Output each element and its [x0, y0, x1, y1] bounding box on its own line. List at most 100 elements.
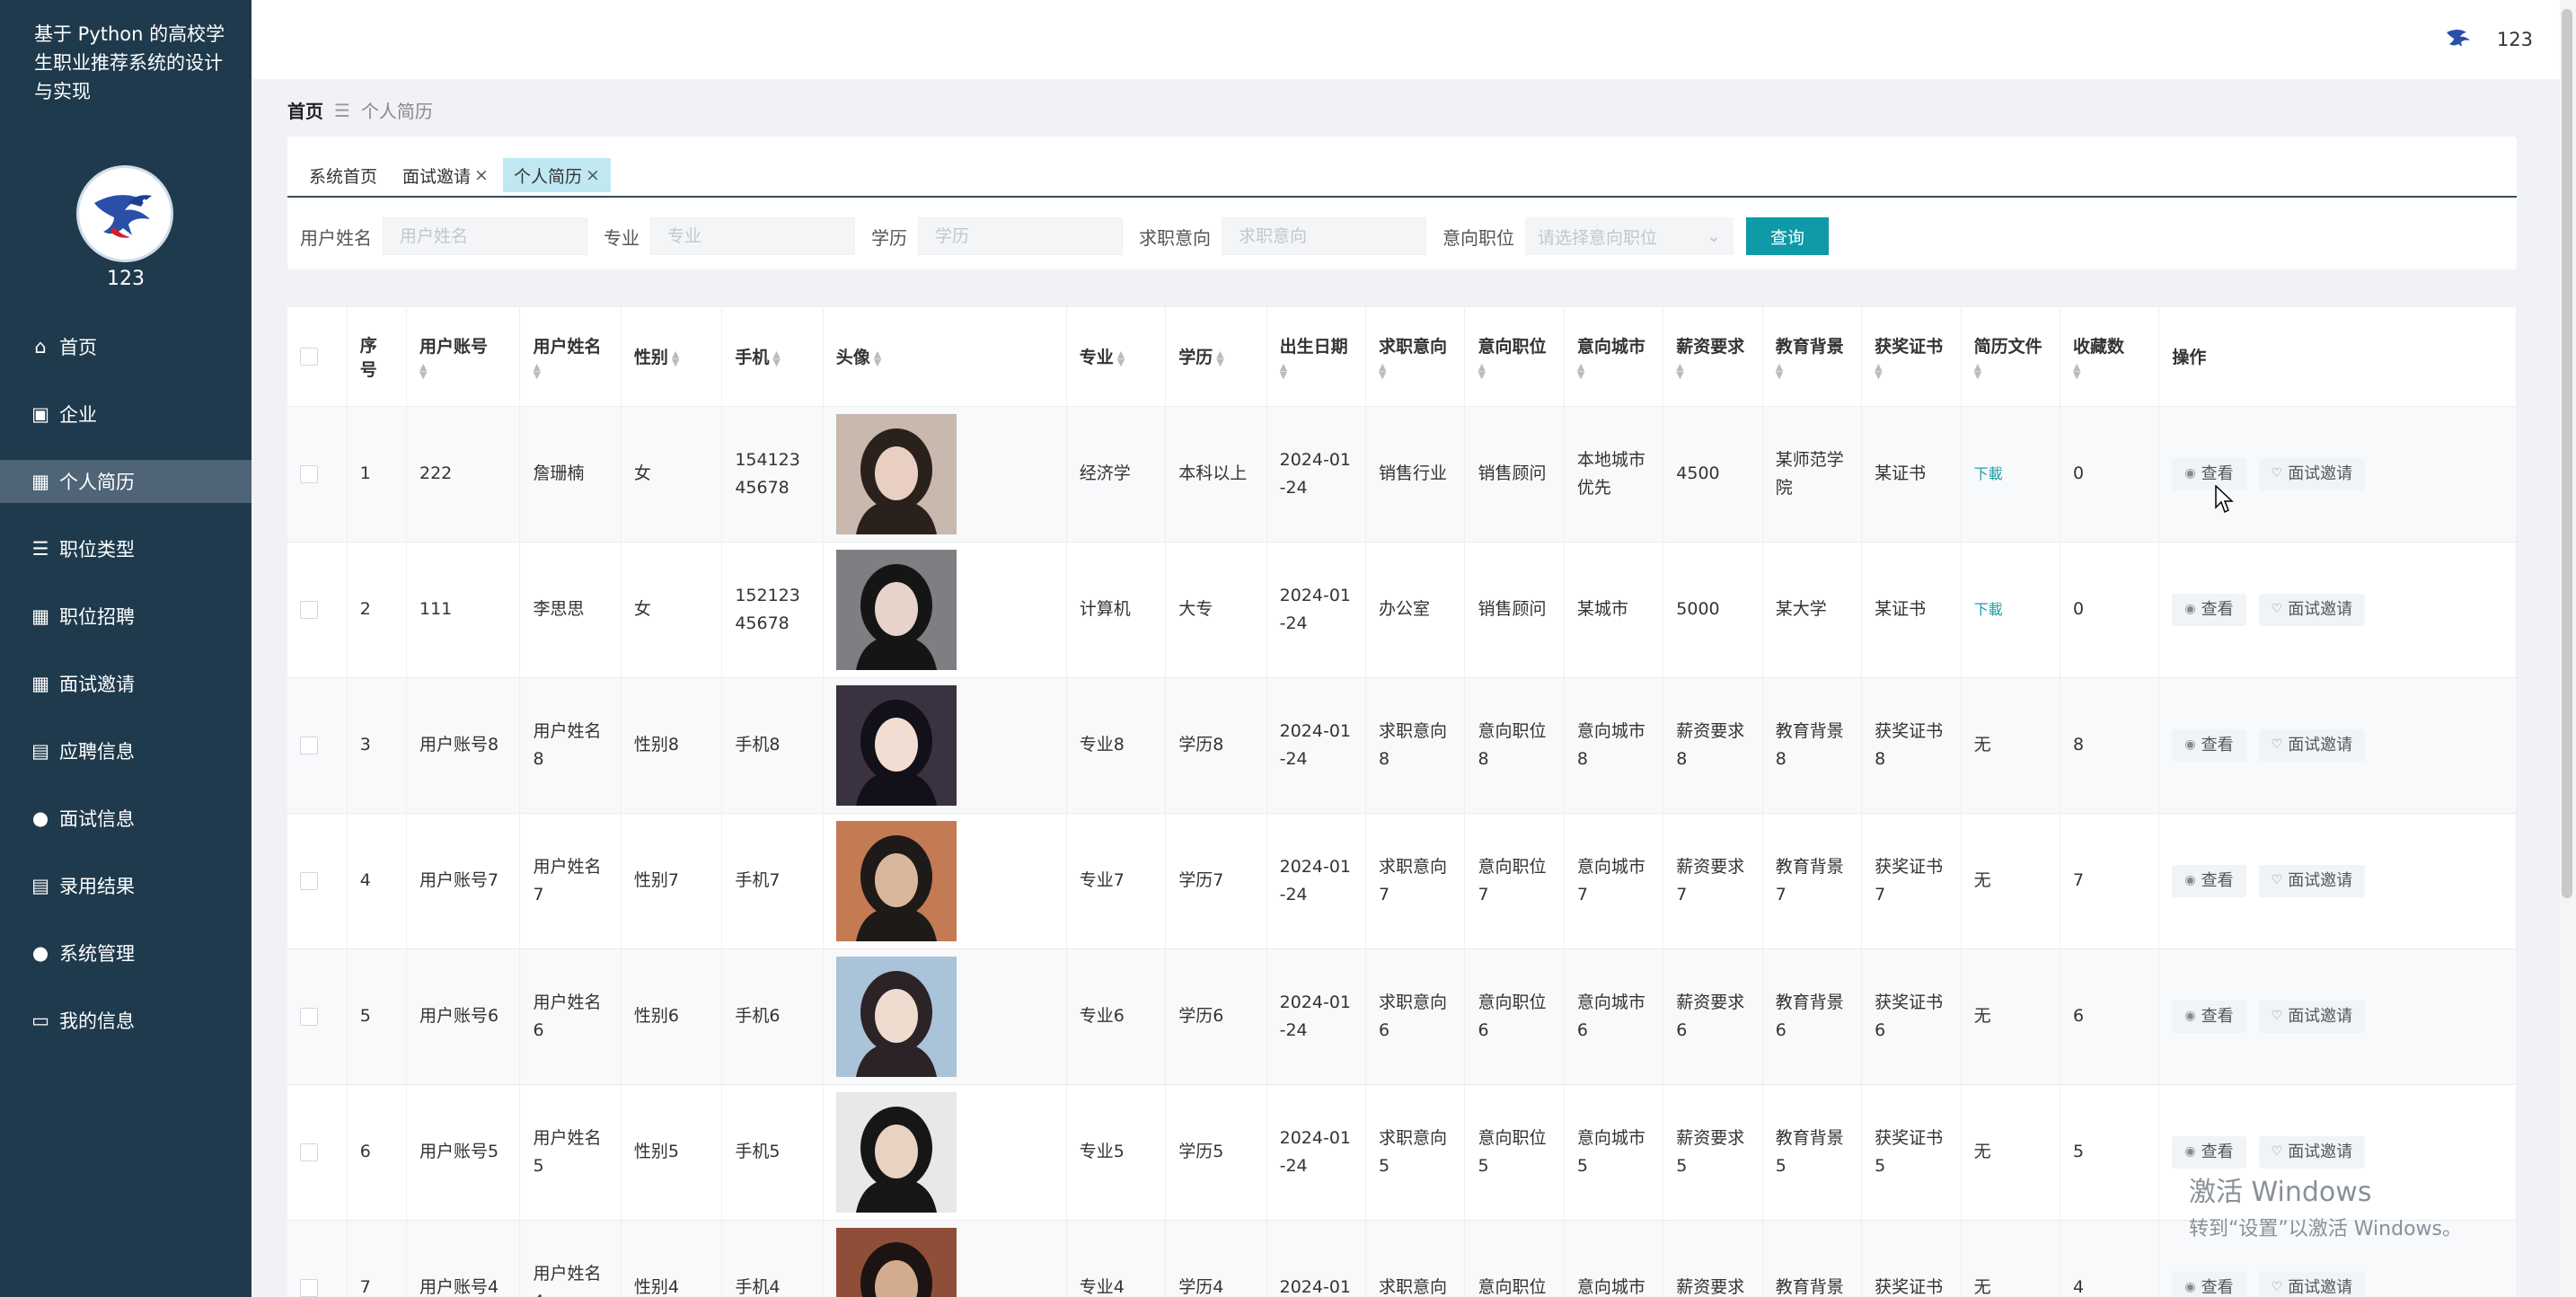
username-search-input[interactable] — [383, 217, 587, 255]
table-row: 2 111 李思思 女 15212345678 计算机 大专 2024-01-24 办公室 销售顾… — [287, 542, 2517, 678]
sidebar-item-9[interactable]: ● 系统管理 — [0, 931, 251, 975]
tab-1[interactable]: 面试邀请 × — [392, 158, 499, 192]
resume-download-link[interactable]: 下載 — [1974, 601, 2003, 618]
row-checkbox[interactable] — [300, 464, 318, 483]
column-header[interactable]: 收藏数 ▲ ▼ — [2060, 307, 2160, 407]
column-header[interactable]: 出生日期 ▲ ▼ — [1266, 307, 1367, 407]
sidebar-item-5[interactable]: ▦ 面试邀请 — [0, 662, 251, 705]
column-header[interactable]: 获奖证书 ▲ ▼ — [1861, 307, 1962, 407]
invite-button[interactable]: ♡ 面试邀请 — [2258, 1135, 2366, 1169]
view-button[interactable]: ◉ 查看 — [2172, 1271, 2246, 1297]
select-all-checkbox[interactable] — [300, 347, 318, 366]
query-button[interactable]: 查询 — [1746, 217, 1829, 255]
avatar[interactable] — [76, 165, 173, 262]
cell-value: 大专 — [1178, 599, 1213, 619]
sort-icon[interactable]: ▲ ▼ — [1974, 362, 2047, 380]
column-header[interactable]: 性别 ▲ ▼ — [621, 307, 723, 407]
sidebar-item-3[interactable]: ☰ 职位类型 — [0, 527, 251, 570]
invite-button[interactable]: ♡ 面试邀请 — [2258, 593, 2366, 626]
table-cell — [823, 677, 1067, 814]
avatar-photo[interactable] — [835, 1227, 957, 1297]
avatar-photo[interactable] — [835, 684, 957, 806]
row-checkbox[interactable] — [300, 871, 318, 890]
tab-2[interactable]: 个人简历 × — [502, 158, 611, 192]
invite-button[interactable]: ♡ 面试邀请 — [2258, 1271, 2366, 1297]
sidebar-item-10[interactable]: ▭ 我的信息 — [0, 999, 251, 1042]
row-checkbox[interactable] — [300, 1143, 318, 1161]
position-select[interactable]: 请选择意向职位 ⌄ — [1525, 217, 1734, 255]
sort-icon[interactable]: ▲ ▼ — [533, 362, 607, 380]
column-header[interactable]: 简历文件 ▲ ▼ — [1961, 307, 2060, 407]
sidebar-item-1[interactable]: ▣ 企业 — [0, 393, 251, 436]
column-header[interactable]: 手机 ▲ ▼ — [721, 307, 824, 407]
sidebar-item-2[interactable]: ▦ 个人简历 — [0, 460, 251, 503]
sort-icon[interactable]: ▲ ▼ — [1676, 362, 1749, 380]
windows-activation-watermark: 激活 Windows 转到“设置”以激活 Windows。 — [2189, 1169, 2462, 1241]
column-header[interactable]: 意向职位 ▲ ▼ — [1464, 307, 1565, 407]
table-cell: 获奖证书6 — [1861, 948, 1962, 1085]
invite-button[interactable]: ♡ 面试邀请 — [2258, 457, 2366, 490]
row-checkbox[interactable] — [300, 1007, 318, 1026]
column-header[interactable]: 头像 ▲ ▼ — [823, 307, 1067, 407]
top-user-area[interactable]: 123 — [2445, 25, 2533, 53]
table-cell: 意向城市6 — [1564, 948, 1664, 1085]
close-icon[interactable]: × — [474, 165, 489, 185]
column-header[interactable]: 薪资要求 ▲ ▼ — [1663, 307, 1763, 407]
sidebar-item-8[interactable]: ▤ 录用结果 — [0, 864, 251, 907]
row-checkbox[interactable] — [300, 600, 318, 619]
invite-button[interactable]: ♡ 面试邀请 — [2258, 728, 2366, 762]
invite-button[interactable]: ♡ 面试邀请 — [2258, 864, 2366, 897]
view-button[interactable]: ◉ 查看 — [2172, 593, 2246, 626]
column-header[interactable]: 意向城市 ▲ ▼ — [1564, 307, 1664, 407]
column-header[interactable]: 专业 ▲ ▼ — [1066, 307, 1167, 407]
column-header[interactable]: 用户账号 ▲ ▼ — [406, 307, 521, 407]
sort-icon[interactable]: ▲ ▼ — [1478, 362, 1550, 380]
table-cell — [823, 1220, 1067, 1297]
sidebar-item-4[interactable]: ▦ 职位招聘 — [0, 595, 251, 638]
sort-icon[interactable]: ▲ ▼ — [2073, 362, 2146, 380]
sort-icon[interactable]: ▲ ▼ — [1280, 362, 1353, 380]
avatar-photo[interactable] — [835, 549, 957, 670]
top-bar: 123 — [251, 0, 2560, 79]
avatar-photo[interactable] — [835, 956, 957, 1077]
scrollbar-thumb[interactable] — [2562, 9, 2572, 898]
sort-icon[interactable]: ▲ ▼ — [772, 349, 780, 367]
view-button[interactable]: ◉ 查看 — [2172, 457, 2246, 490]
resume-download-link[interactable]: 下載 — [1974, 465, 2003, 482]
avatar-photo[interactable] — [835, 820, 957, 941]
breadcrumb-home[interactable]: 首页 — [287, 97, 323, 123]
sort-icon[interactable]: ▲ ▼ — [1379, 362, 1451, 380]
sort-icon[interactable]: ▲ ▼ — [419, 362, 507, 380]
sort-icon[interactable]: ▲ ▼ — [1117, 349, 1125, 367]
column-header[interactable]: 学历 ▲ ▼ — [1165, 307, 1267, 407]
major-search-input[interactable] — [650, 217, 855, 255]
view-button[interactable]: ◉ 查看 — [2172, 1135, 2246, 1169]
sort-icon[interactable]: ▲ ▼ — [672, 349, 679, 367]
sidebar-item-7[interactable]: ● 面试信息 — [0, 797, 251, 840]
column-header[interactable]: 求职意向 ▲ ▼ — [1365, 307, 1466, 407]
sort-icon[interactable]: ▲ ▼ — [874, 349, 881, 367]
view-button[interactable]: ◉ 查看 — [2172, 1000, 2246, 1033]
cell-value: 某大学 — [1775, 599, 1827, 619]
column-header[interactable]: 教育背景 ▲ ▼ — [1762, 307, 1863, 407]
sort-icon[interactable]: ▲ ▼ — [1776, 362, 1848, 380]
table-cell: 无 — [1961, 948, 2060, 1085]
education-search-input[interactable] — [918, 217, 1123, 255]
view-button[interactable]: ◉ 查看 — [2172, 728, 2246, 762]
avatar-photo[interactable] — [835, 1091, 957, 1213]
page-scrollbar[interactable] — [2560, 0, 2576, 1297]
row-checkbox[interactable] — [300, 736, 318, 754]
sort-icon[interactable]: ▲ ▼ — [1875, 362, 1947, 380]
sidebar-item-0[interactable]: ⌂ 首页 — [0, 325, 251, 368]
row-checkbox[interactable] — [300, 1278, 318, 1297]
close-icon[interactable]: × — [586, 165, 600, 185]
tab-0[interactable]: 系统首页 — [298, 158, 389, 192]
avatar-photo[interactable] — [835, 413, 957, 534]
view-button[interactable]: ◉ 查看 — [2172, 864, 2246, 897]
sort-icon[interactable]: ▲ ▼ — [1216, 349, 1223, 367]
job-intention-search-input[interactable] — [1222, 217, 1426, 255]
invite-button[interactable]: ♡ 面试邀请 — [2258, 1000, 2366, 1033]
sort-icon[interactable]: ▲ ▼ — [1577, 362, 1650, 380]
column-header[interactable]: 用户姓名 ▲ ▼ — [519, 307, 622, 407]
sidebar-item-6[interactable]: ▤ 应聘信息 — [0, 729, 251, 772]
